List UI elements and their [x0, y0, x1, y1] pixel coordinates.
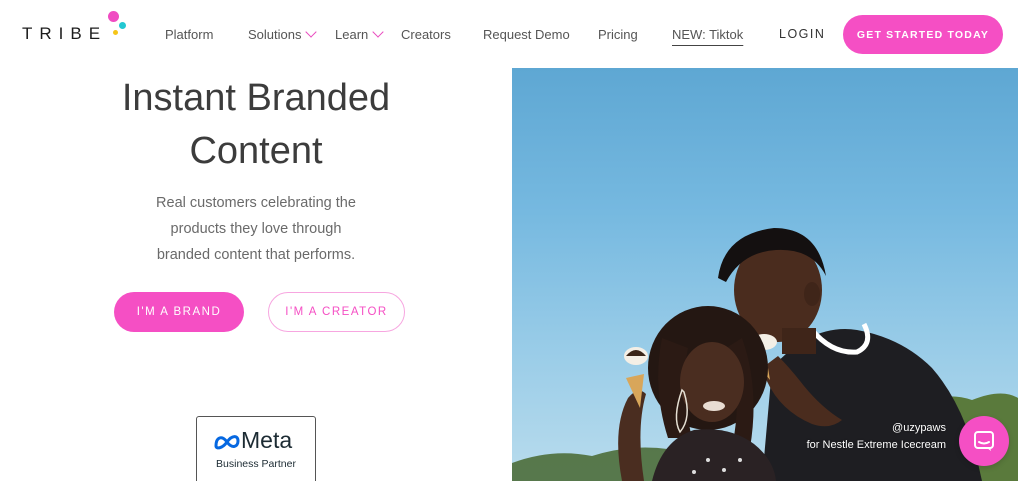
photo-credit-handle: @uzypaws: [892, 422, 946, 434]
nav-pricing[interactable]: Pricing: [598, 27, 638, 42]
hero-title-line: Content: [189, 130, 323, 172]
meta-infinity-icon: [214, 435, 240, 450]
nav-creators[interactable]: Creators: [401, 27, 451, 42]
im-a-brand-button[interactable]: I'M A BRAND: [114, 292, 244, 332]
nav-request-demo[interactable]: Request Demo: [483, 27, 570, 42]
logo-dot-cyan: [119, 22, 126, 29]
chat-icon: [974, 431, 994, 451]
logo-wordmark: TRIBE: [22, 24, 108, 43]
photo-credit-caption: for Nestle Extreme Icecream: [806, 439, 946, 451]
chevron-down-icon: [372, 26, 384, 38]
hero-subtitle: Real customers celebrating the products …: [130, 190, 382, 268]
get-started-button[interactable]: GET STARTED TODAY: [843, 15, 1003, 54]
hero-subtitle-line: products they love through: [170, 221, 342, 237]
meta-business-partner-badge[interactable]: Meta Business Partner: [196, 416, 316, 481]
im-a-creator-button[interactable]: I'M A CREATOR: [268, 292, 405, 332]
nav-learn-label: Learn: [335, 27, 369, 42]
photo-credit: @uzypaws for Nestle Extreme Icecream: [807, 420, 946, 454]
nav-platform[interactable]: Platform: [165, 27, 213, 42]
login-link[interactable]: LOGIN: [779, 27, 825, 41]
meta-badge-subtitle: Business Partner: [216, 458, 296, 470]
chevron-down-icon: [305, 26, 318, 38]
top-nav: TRIBE Platform Solutions Learn Creators …: [0, 0, 1024, 68]
hero-photo: @uzypaws for Nestle Extreme Icecream: [512, 68, 1018, 481]
logo-dot-pink: [108, 11, 119, 22]
hero-subtitle-line: branded content that performs.: [156, 247, 356, 263]
nav-learn[interactable]: Learn: [335, 26, 384, 42]
tribe-logo[interactable]: TRIBE: [22, 10, 132, 50]
hero-subtitle-line: Real customers celebrating the: [156, 195, 356, 211]
meta-wordmark: Meta: [241, 427, 293, 453]
meta-logo: Meta: [213, 427, 303, 455]
logo-dot-yellow: [113, 30, 118, 35]
nav-solutions[interactable]: Solutions: [248, 26, 318, 42]
chat-launcher-button[interactable]: [959, 416, 1009, 466]
nav-solutions-label: Solutions: [248, 27, 302, 42]
hero-title: Instant Branded Content: [80, 72, 432, 178]
nav-tiktok[interactable]: NEW: Tiktok: [672, 27, 743, 42]
hero-title-line: Instant Branded: [121, 77, 391, 119]
